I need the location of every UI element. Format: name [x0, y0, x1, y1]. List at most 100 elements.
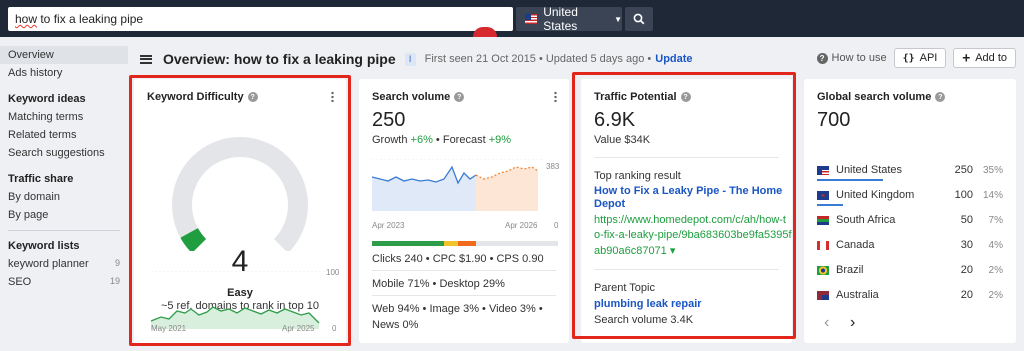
api-label: API: [919, 52, 938, 64]
parent-topic-label: Parent Topic: [594, 282, 655, 294]
list-count: 19: [109, 276, 120, 286]
country-name: United States: [836, 164, 903, 176]
traffic-potential-card: Traffic Potential ? 6.9K Value $34K Top …: [581, 79, 792, 343]
sidebar-item-related-terms[interactable]: Related terms: [0, 126, 128, 144]
sidebar-heading-keyword-lists: Keyword lists: [8, 240, 80, 252]
chevron-down-icon: ▼: [614, 14, 622, 24]
kd-end-date: Apr 2025: [282, 324, 315, 333]
country-row[interactable]: Australia 20 2%: [817, 287, 1003, 303]
sidebar-item-matching-terms[interactable]: Matching terms: [0, 108, 128, 126]
add-to-button[interactable]: + Add to: [953, 48, 1016, 68]
help-icon[interactable]: ?: [247, 92, 258, 102]
dot-separator: •: [435, 134, 443, 146]
br-flag-icon: [817, 265, 829, 275]
search-button[interactable]: [625, 7, 653, 31]
sidebar-item-by-page[interactable]: By page: [0, 206, 128, 224]
sidebar: Overview Ads history Keyword ideas Match…: [0, 46, 128, 291]
search-volume-chart: [372, 159, 542, 211]
gv-title: Global search volume: [817, 91, 932, 103]
growth-label: Growth: [372, 134, 408, 146]
country-select[interactable]: United States ▼: [516, 5, 622, 33]
traffic-potential-value: 6.9K: [594, 109, 636, 131]
country-volume: 20: [960, 289, 973, 301]
sidebar-item-keyword-planner[interactable]: keyword planner 9: [0, 255, 128, 273]
sidebar-item-seo[interactable]: SEO 19: [0, 273, 128, 291]
forecast-label: Forecast: [442, 134, 486, 146]
prev-page-button[interactable]: ‹: [824, 314, 829, 332]
country-label: United States: [543, 5, 578, 33]
help-icon: ?: [816, 52, 828, 64]
page-header: Overview: how to fix a leaking pipe I Fi…: [140, 48, 1016, 70]
help-icon[interactable]: ?: [680, 92, 691, 102]
country-row[interactable]: United States 250 35%: [817, 162, 1003, 178]
sidebar-item-by-domain[interactable]: By domain: [0, 188, 128, 206]
kd-axis-max: 100: [326, 268, 340, 277]
list-count: 9: [114, 258, 120, 268]
top-result-url-end[interactable]: ab90a6c87071 ▾: [594, 244, 675, 257]
next-page-button[interactable]: ›: [850, 314, 855, 332]
search-volume-value: 250: [372, 109, 406, 131]
keyword-search-input[interactable]: how to fix a leaking pipe: [8, 7, 513, 31]
more-options-icon[interactable]: [554, 91, 557, 102]
how-to-use-link[interactable]: ? How to use: [816, 52, 887, 64]
country-volume: 20: [960, 264, 973, 276]
help-icon[interactable]: ?: [935, 92, 946, 102]
country-name: South Africa: [836, 214, 896, 226]
kd-start-date: May 2021: [151, 324, 187, 333]
divider: [594, 269, 779, 270]
menu-icon[interactable]: [140, 54, 152, 64]
top-result-title-link-cont[interactable]: Depot: [594, 198, 625, 210]
code-braces-icon: {}: [902, 52, 915, 64]
za-flag-icon: [817, 215, 829, 225]
card-title: Search volume ?: [372, 91, 465, 103]
top-result-url[interactable]: https://www.homedepot.com/c/ah/how-t: [594, 214, 786, 226]
country-row[interactable]: Brazil 20 2%: [817, 262, 1003, 278]
list-label: SEO: [8, 276, 32, 288]
kd-axis-min: 0: [332, 324, 337, 333]
country-row[interactable]: United Kingdom 100 14%: [817, 187, 1003, 203]
divider: [594, 157, 779, 158]
divider: [372, 270, 556, 271]
country-row[interactable]: Canada 30 4%: [817, 237, 1003, 253]
share-bar: [817, 179, 883, 181]
update-link[interactable]: Update: [655, 53, 692, 65]
sidebar-heading-keyword-ideas: Keyword ideas: [8, 93, 86, 105]
country-volume: 30: [960, 239, 973, 251]
news-row: News 0%: [372, 319, 419, 331]
intent-bar: [372, 241, 558, 246]
top-result-label: Top ranking result: [594, 170, 681, 182]
search-text-mid: to: [37, 12, 54, 26]
country-row[interactable]: South Africa 50 7%: [817, 212, 1003, 228]
global-volume-card: Global search volume ? 700 United States…: [804, 79, 1016, 343]
country-percent: 2%: [988, 289, 1003, 301]
sv-start-date: Apr 2023: [372, 221, 405, 230]
card-title: Global search volume ?: [817, 91, 946, 103]
help-icon[interactable]: ?: [454, 92, 465, 102]
search-text-prefix: how: [15, 12, 38, 26]
country-name: Australia: [836, 289, 879, 301]
sidebar-item-search-suggestions[interactable]: Search suggestions: [0, 144, 128, 162]
country-volume: 250: [954, 164, 973, 176]
country-percent: 14%: [982, 189, 1003, 201]
sidebar-item-overview[interactable]: Overview: [0, 46, 128, 64]
sidebar-item-ads-history[interactable]: Ads history: [0, 64, 128, 82]
page-meta: First seen 21 Oct 2015 • Updated 5 days …: [424, 53, 652, 65]
top-result-title-link[interactable]: How to Fix a Leaky Pipe - The Home: [594, 185, 782, 197]
search-text: fix a leaking pipe: [53, 12, 144, 26]
keyword-difficulty-card: Keyword Difficulty ? 4 Easy ~5 ref. doma…: [134, 79, 346, 343]
more-options-icon[interactable]: [331, 91, 334, 102]
api-button[interactable]: {} API: [893, 48, 947, 68]
uk-flag-icon: [817, 190, 829, 200]
growth-value: +6%: [410, 134, 433, 146]
top-result-url-cont[interactable]: o-fix-a-leaky-pipe/9ba683603be9fa5395f: [594, 229, 792, 241]
parent-topic-volume: Search volume 3.4K: [594, 314, 694, 326]
ca-flag-icon: [817, 240, 829, 250]
sv-axis-max: 383: [546, 162, 560, 171]
how-to-use-label: How to use: [831, 52, 887, 64]
difficulty-history-chart: [151, 271, 331, 329]
divider: [372, 295, 556, 296]
info-badge[interactable]: I: [404, 52, 416, 66]
parent-topic-link[interactable]: plumbing leak repair: [594, 298, 702, 310]
search-volume-card: Search volume ? 250 Growth +6% • Forecas…: [359, 79, 569, 343]
country-volume: 50: [960, 214, 973, 226]
